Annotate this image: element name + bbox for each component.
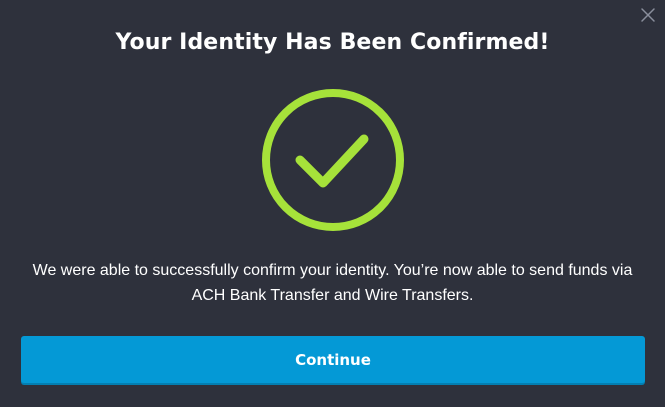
continue-button[interactable]: Continue	[21, 336, 645, 383]
close-icon	[641, 8, 655, 22]
modal-title: Your Identity Has Been Confirmed!	[115, 30, 550, 55]
check-circle-icon	[260, 87, 406, 233]
identity-confirmed-modal: Your Identity Has Been Confirmed! We wer…	[0, 0, 665, 407]
confirmation-message: We were able to successfully confirm you…	[32, 262, 633, 304]
close-button[interactable]	[639, 6, 657, 24]
